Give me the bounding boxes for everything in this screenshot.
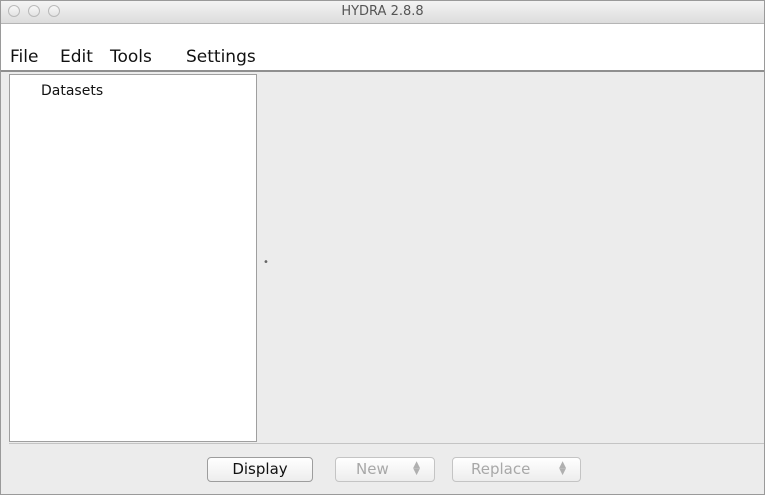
menu-edit[interactable]: Edit [60,47,93,67]
new-select[interactable]: New ▲ ▼ [335,457,435,482]
tree-root-datasets[interactable]: Datasets [41,83,103,99]
window-title: HYDRA 2.8.8 [341,4,424,19]
bottom-toolbar: Display New ▲ ▼ Replace ▲ ▼ [1,444,764,494]
content-panel [259,74,764,442]
stepper-arrows-icon: ▲ ▼ [413,460,420,477]
menu-file[interactable]: File [10,47,38,67]
dataset-tree[interactable]: Datasets [9,74,257,442]
app-window: HYDRA 2.8.8 File Edit Tools Settings Dat… [0,0,765,495]
menu-tools[interactable]: Tools [110,47,152,67]
title-bar[interactable]: HYDRA 2.8.8 [1,1,764,24]
menu-bar: File Edit Tools Settings [1,24,764,72]
menu-settings[interactable]: Settings [186,47,256,67]
replace-select[interactable]: Replace ▲ ▼ [452,457,581,482]
replace-select-label: Replace [471,460,531,478]
display-button[interactable]: Display [207,457,313,482]
split-divider-handle[interactable]: • [263,257,269,268]
display-button-label: Display [232,460,288,478]
stepper-arrows-icon: ▲ ▼ [559,460,566,477]
main-area: Datasets • [9,74,764,444]
new-select-label: New [356,460,389,478]
